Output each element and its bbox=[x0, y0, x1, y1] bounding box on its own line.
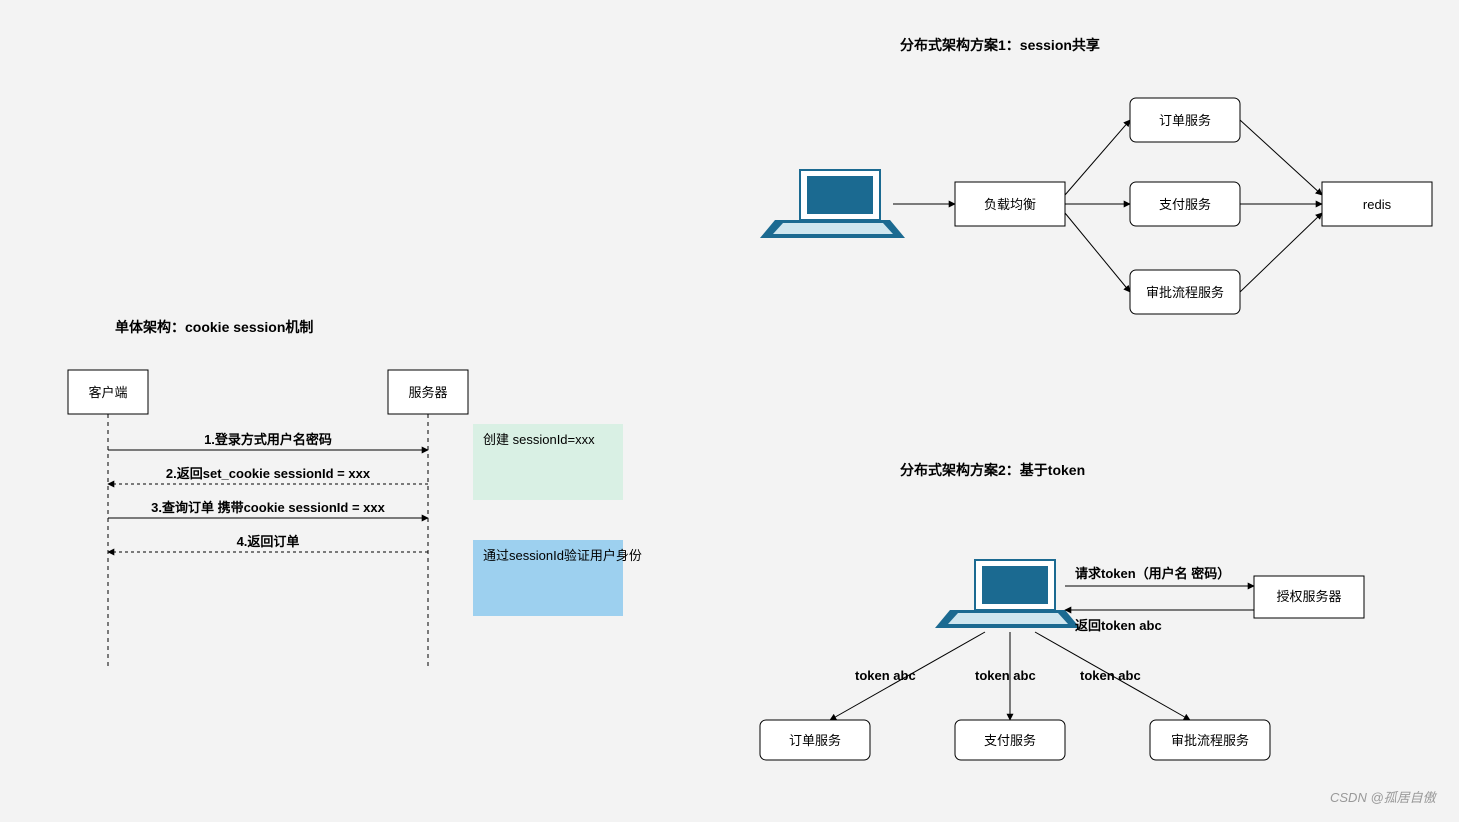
arrow-approve-redis bbox=[1240, 213, 1322, 292]
seq-msg-4: 4.返回订单 bbox=[237, 534, 300, 549]
arrow-lb-order bbox=[1065, 120, 1130, 195]
dist2-order-label: 订单服务 bbox=[789, 733, 841, 748]
note-verify-session-text: 通过sessionId验证用户身份 bbox=[483, 548, 642, 563]
ret-token-label: 返回token abc bbox=[1075, 618, 1162, 633]
dist2-approve-label: 审批流程服务 bbox=[1171, 733, 1249, 748]
dist1-title: 分布式架构方案1：session共享 bbox=[900, 37, 1100, 53]
note-create-session-text: 创建 sessionId=xxx bbox=[483, 432, 595, 447]
dist1-pay-label: 支付服务 bbox=[1159, 197, 1211, 212]
arrow-lb-approve bbox=[1065, 213, 1130, 292]
arrow-order-redis bbox=[1240, 120, 1322, 195]
lb-label: 负载均衡 bbox=[984, 197, 1036, 212]
server-label: 服务器 bbox=[408, 385, 447, 400]
dist1-order-label: 订单服务 bbox=[1159, 113, 1211, 128]
laptop2-icon bbox=[935, 560, 1080, 628]
dist2-title: 分布式架构方案2：基于token bbox=[900, 462, 1085, 478]
monolith-title: 单体架构：cookie session机制 bbox=[115, 319, 313, 335]
client-label: 客户端 bbox=[88, 385, 127, 400]
token-label-3: token abc bbox=[1080, 668, 1141, 683]
seq-msg-2: 2.返回set_cookie sessionId = xxx bbox=[166, 466, 371, 481]
dist2-pay-label: 支付服务 bbox=[984, 733, 1036, 748]
seq-msg-1: 1.登录方式用户名密码 bbox=[204, 432, 332, 447]
token-label-2: token abc bbox=[975, 668, 1036, 683]
auth-server-label: 授权服务器 bbox=[1276, 589, 1341, 604]
watermark: CSDN @孤居自傲 bbox=[1330, 790, 1438, 805]
seq-msg-3: 3.查询订单 携带cookie sessionId = xxx bbox=[151, 500, 385, 515]
dist1-approve-label: 审批流程服务 bbox=[1146, 285, 1224, 300]
req-token-label: 请求token（用户名 密码） bbox=[1075, 566, 1230, 581]
laptop-icon bbox=[760, 170, 905, 238]
token-label-1: token abc bbox=[855, 668, 916, 683]
redis-label: redis bbox=[1363, 197, 1392, 212]
